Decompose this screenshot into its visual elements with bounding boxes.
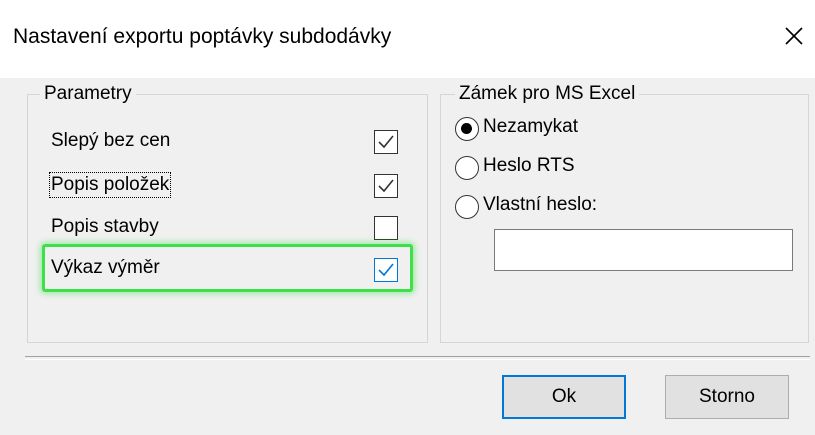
radio-heslo-rts[interactable]: [455, 156, 479, 180]
check-icon: [378, 263, 394, 277]
checkbox-label-popis-polozek[interactable]: Popis položek: [48, 172, 172, 198]
checkbox-popis-stavby[interactable]: [374, 216, 398, 240]
radio-label-heslo-rts[interactable]: Heslo RTS: [483, 155, 575, 177]
checkbox-popis-polozek[interactable]: [374, 174, 398, 198]
parametry-legend: Parametry: [40, 83, 136, 105]
title-bar: Nastavení exportu poptávky subdodávky: [0, 0, 815, 78]
checkbox-vykaz-vymer[interactable]: [374, 258, 398, 282]
ok-button[interactable]: Ok: [502, 375, 626, 419]
checkbox-slepy-bez-cen[interactable]: [374, 130, 398, 154]
checkbox-label-vykaz-vymer[interactable]: Výkaz výměr: [51, 257, 160, 279]
checkbox-label-popis-stavby[interactable]: Popis stavby: [51, 216, 159, 238]
check-icon: [378, 135, 394, 149]
window-title: Nastavení exportu poptávky subdodávky: [13, 25, 392, 48]
cancel-button[interactable]: Storno: [665, 375, 789, 419]
radio-selected-dot: [461, 123, 472, 134]
close-button[interactable]: [776, 18, 812, 54]
close-icon: [785, 27, 803, 45]
excel-lock-legend: Zámek pro MS Excel: [455, 83, 640, 105]
checkbox-label-slepy[interactable]: Slepý bez cen: [51, 130, 170, 152]
radio-label-nezamykat[interactable]: Nezamykat: [483, 116, 578, 138]
password-input[interactable]: [494, 229, 793, 271]
check-icon: [378, 179, 394, 193]
radio-vlastni-heslo[interactable]: [455, 195, 479, 219]
radio-label-vlastni-heslo[interactable]: Vlastní heslo:: [483, 194, 597, 216]
radio-nezamykat[interactable]: [455, 117, 479, 141]
divider: [25, 356, 810, 360]
